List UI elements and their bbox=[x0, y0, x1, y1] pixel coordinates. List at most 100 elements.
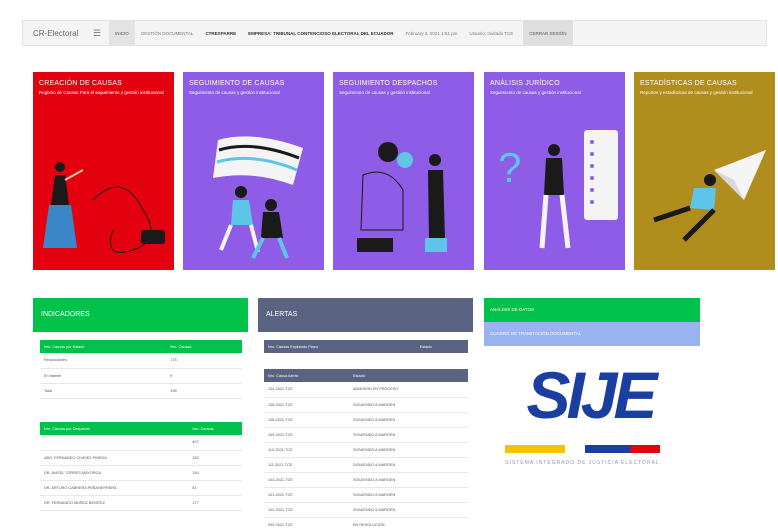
table-cell: SIGUIENDO A MARGEN bbox=[349, 487, 468, 503]
column-header: Nro. Causa Alerta bbox=[264, 369, 349, 382]
table-cell: SIGUIENDO A MARGEN bbox=[349, 427, 468, 443]
card-description: Reportes y estadísticas de causas y gest… bbox=[640, 90, 753, 95]
table-row: 103-2021-TCE SIGUIENDO A MARGEN bbox=[264, 472, 468, 488]
logo-blue-bar bbox=[585, 445, 630, 453]
table-cell: 099-2021-TCE bbox=[264, 517, 349, 532]
table-cell: ABG. FERNANDO CHAVEZ PINEDA bbox=[40, 450, 189, 466]
people-flag-illustration bbox=[213, 136, 303, 259]
table-cell: 110-2021-TCE bbox=[264, 442, 349, 458]
column-header: Nro. Causas bbox=[166, 340, 242, 353]
table-cell: 154 bbox=[188, 465, 242, 481]
column-header: Nro. Causas bbox=[188, 422, 242, 435]
logo-red-bar bbox=[630, 445, 660, 453]
card-seguimiento-causas[interactable]: SEGUIMIENTO DE CAUSAS Seguimiento de cau… bbox=[183, 72, 324, 270]
table-row: 108-2021-TCE SIGUIENDO A MARGEN bbox=[264, 412, 468, 428]
card-description: Registro de Causas Para el seguimiento y… bbox=[39, 90, 164, 95]
table-cell: 101-2021-TCE bbox=[264, 487, 349, 503]
analisis-datos-button[interactable]: ANÁLISIS DE DATOS bbox=[484, 298, 700, 322]
table-cell: 109-2021-TCE bbox=[264, 427, 349, 443]
table-cell: En trámite bbox=[40, 368, 167, 384]
app-brand[interactable]: CR-Electoral bbox=[23, 29, 93, 38]
question-checklist-illustration: ? bbox=[498, 130, 618, 249]
meeting-illustration bbox=[357, 142, 447, 252]
table-cell: 102-2021-TCE bbox=[264, 502, 349, 518]
card-description: Seguimiento de causas y gestión instituc… bbox=[339, 90, 430, 95]
card-title: ESTADÍSTICAS DE CAUSAS bbox=[640, 80, 737, 87]
table-cell: 282 bbox=[188, 450, 242, 466]
column-header: Nro. Causas por Estado bbox=[40, 340, 167, 353]
nav-date: February 3, 2021 1:51 pm bbox=[405, 30, 458, 36]
menu-icon[interactable]: ☰ bbox=[93, 28, 109, 39]
table-row: DR. ARTURO CABRERA PEÑAHERRERA 81 bbox=[40, 480, 242, 496]
table-cell: 108-2021-TCE bbox=[264, 412, 349, 428]
card-title: SEGUIMIENTO DE CAUSAS bbox=[189, 80, 285, 87]
table-row: 111-2021-TCE SIGUIENDO A MARGEN bbox=[264, 457, 468, 473]
table-cell: 9 bbox=[166, 368, 242, 384]
table-row: 109-2021-TCE SIGUIENDO A MARGEN bbox=[264, 427, 468, 443]
table-row: 099-2021-TCE EN RESOLUCIÓN bbox=[264, 517, 468, 532]
nav-ctresparre[interactable]: CTRESPARRE bbox=[199, 21, 242, 45]
table-row: 110-2021-TCE SIGUIENDO A MARGEN bbox=[264, 442, 468, 458]
indicators-status-table: Nro. Causas por Estado Nro. Causas Resol… bbox=[40, 340, 242, 399]
table-row: 104-2021-TCE ADMISIÓN EN PROCESO bbox=[264, 382, 468, 398]
table-cell: 104-2021-TCE bbox=[264, 382, 349, 398]
table-cell: 81 bbox=[188, 480, 242, 496]
table-cell: 103-2021-TCE bbox=[264, 472, 349, 488]
card-analisis-juridico[interactable]: ANÁLISIS JURÍDICO Seguimiento de causas … bbox=[484, 72, 625, 270]
card-seguimiento-despachos[interactable]: SEGUIMIENTO DESPACHOS Seguimiento de cau… bbox=[333, 72, 474, 270]
svg-text:?: ? bbox=[498, 144, 521, 191]
nav-inicio[interactable]: INICIO bbox=[109, 21, 135, 45]
nav-gestion-documental[interactable]: GESTIÓN DOCUMENTAL bbox=[135, 21, 200, 45]
table-cell: SIGUIENDO A MARGEN bbox=[349, 397, 468, 413]
column-header: Nro. Causas por Despacho bbox=[40, 422, 189, 435]
table-row: ABG. FERNANDO CHAVEZ PINEDA 282 bbox=[40, 450, 242, 466]
table-cell: SIGUIENDO A MARGEN bbox=[349, 457, 468, 473]
table-cell: DR. FERNANDO MUÑOZ BENITEZ bbox=[40, 495, 189, 511]
card-description: Seguimiento de causas y gestión instituc… bbox=[490, 90, 581, 95]
table-cell: ADMISIÓN EN PROCESO bbox=[349, 382, 468, 398]
table-row: 101-2021-TCE SIGUIENDO A MARGEN bbox=[264, 487, 468, 503]
card-creacion-causas[interactable]: CREACIÓN DE CAUSAS Registro de Causas Pa… bbox=[33, 72, 174, 270]
table-row: En trámite 9 bbox=[40, 368, 242, 384]
table-cell: Total bbox=[40, 383, 167, 399]
table-cell: DR. ARTURO CABRERA PEÑAHERRERA bbox=[40, 480, 189, 496]
column-header: Estado bbox=[349, 369, 468, 382]
table-cell: - bbox=[40, 435, 189, 451]
table-row: 102-2021-TCE SIGUIENDO A MARGEN bbox=[264, 502, 468, 518]
logo-caption: SISTEMA INTEGRADO DE JUSTICIA ELECTORAL bbox=[505, 460, 660, 466]
table-cell: Resoluciones bbox=[40, 353, 167, 369]
card-title: SEGUIMIENTO DESPACHOS bbox=[339, 80, 438, 87]
logout-button[interactable]: CERRAR SESIÓN bbox=[523, 21, 573, 45]
table-cell: 106-2021-TCE bbox=[264, 397, 349, 413]
table-cell: 177 bbox=[188, 495, 242, 511]
table-cell: 178 bbox=[166, 353, 242, 369]
table-row: DR. ANGEL TORRES MAYORGA 154 bbox=[40, 465, 242, 481]
indicators-header: INDICADORES bbox=[33, 298, 248, 332]
column-header: Nro. Causas Expirando Plazo bbox=[264, 340, 416, 353]
table-row: 106-2021-TCE SIGUIENDO A MARGEN bbox=[264, 397, 468, 413]
sije-logo: SIJE bbox=[505, 360, 664, 453]
alerts-header: ALERTAS bbox=[258, 298, 473, 332]
table-row: DR. FERNANDO MUÑOZ BENITEZ 177 bbox=[40, 495, 242, 511]
cuadro-tramitacion-button[interactable]: CUADRO DE TRAMITACIÓN DOCUMENTAL bbox=[484, 322, 700, 346]
table-cell: SIGUIENDO A MARGEN bbox=[349, 472, 468, 488]
table-cell: SIGUIENDO A MARGEN bbox=[349, 502, 468, 518]
table-cell: SIGUIENDO A MARGEN bbox=[349, 412, 468, 428]
logo-yellow-bar bbox=[505, 445, 565, 453]
table-row: Resoluciones 178 bbox=[40, 353, 242, 369]
table-cell: SIGUIENDO A MARGEN bbox=[349, 442, 468, 458]
table-cell: DR. ANGEL TORRES MAYORGA bbox=[40, 465, 189, 481]
table-cell: 198 bbox=[166, 383, 242, 399]
card-estadisticas-causas[interactable]: ESTADÍSTICAS DE CAUSAS Reportes y estadí… bbox=[634, 72, 775, 270]
table-cell: EN RESOLUCIÓN bbox=[349, 517, 468, 532]
woman-typewriter-illustration bbox=[43, 162, 165, 253]
table-cell: 407 bbox=[188, 435, 242, 451]
table-row: -407 bbox=[40, 435, 242, 451]
nav-empresa: EMPRESA: TRIBUNAL CONTENCIOSO ELECTORAL … bbox=[248, 30, 394, 36]
table-cell: 111-2021-TCE bbox=[264, 457, 349, 473]
logo-wordmark: SIJE bbox=[526, 360, 659, 432]
alerts-expiring-table: Nro. Causas Expirando Plazo Estado bbox=[264, 340, 468, 353]
paper-plane-illustration bbox=[653, 150, 766, 242]
card-description: Seguimiento de causas y gestión instituc… bbox=[189, 90, 280, 95]
table-row: Total 198 bbox=[40, 383, 242, 399]
